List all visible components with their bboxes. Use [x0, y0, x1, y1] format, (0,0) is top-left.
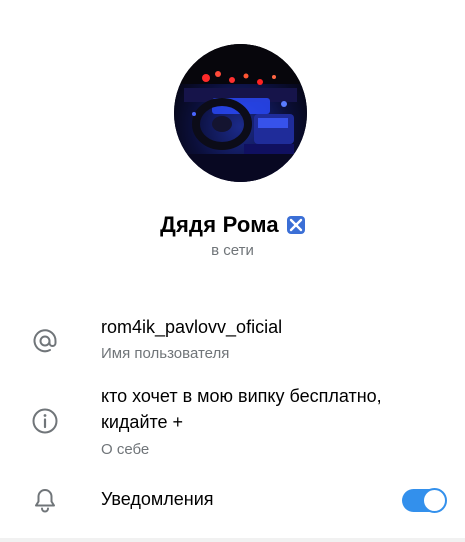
toggle-knob [422, 488, 447, 513]
profile-name-row: Дядя Рома [0, 212, 465, 238]
username-row[interactable]: rom4ik_pavlovv_oficial Имя пользователя [0, 312, 465, 372]
online-status: в сети [211, 242, 254, 259]
bio-label: О себе [101, 441, 150, 458]
avatar-image [174, 44, 307, 182]
at-icon [30, 326, 60, 356]
bell-icon [30, 485, 60, 515]
notifications-label: Уведомления [101, 489, 214, 509]
username-label: Имя пользователя [101, 345, 230, 362]
info-icon [30, 406, 60, 436]
profile-name: Дядя Рома [160, 212, 279, 237]
bio-line-1: кто хочет в мою випку бесплатно, [101, 386, 382, 406]
bio-row[interactable]: кто хочет в мою випку бесплатно, кидайте… [0, 380, 465, 464]
bio-line-2: кидайте + [101, 412, 184, 432]
premium-badge-icon[interactable] [286, 216, 305, 234]
username-value: rom4ik_pavlovv_oficial [101, 317, 283, 337]
avatar[interactable] [174, 44, 307, 182]
section-divider [0, 538, 465, 542]
notifications-toggle[interactable] [402, 488, 447, 513]
notifications-row[interactable]: Уведомления [0, 482, 465, 518]
